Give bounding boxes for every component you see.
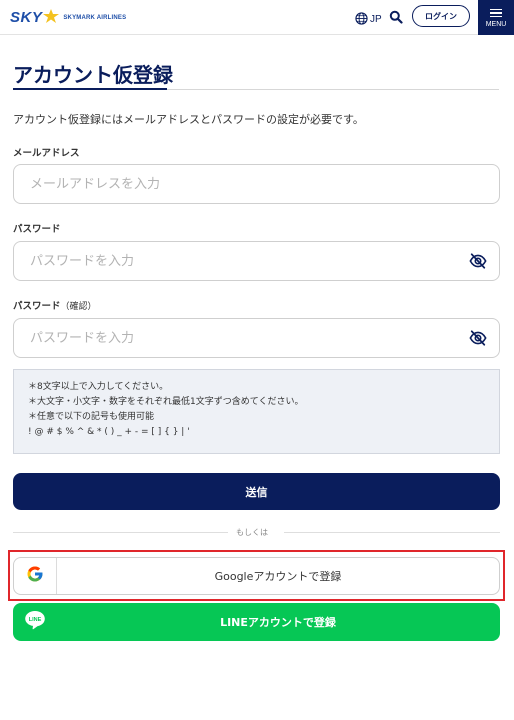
google-icon-cell [14, 558, 57, 594]
line-signup-button[interactable]: LINE LINEアカウントで登録 [13, 603, 500, 641]
search-icon [389, 9, 403, 28]
google-signup-button[interactable]: Googleアカウントで登録 [13, 557, 500, 595]
title-underline-accent [13, 88, 167, 90]
password-rules: ＊8文字以上で入力してください。 ＊大文字・小文字・数字をそれぞれ最低1文字ずつ… [13, 369, 500, 454]
menu-label: MENU [485, 20, 507, 28]
password-confirm-field-box [13, 318, 500, 358]
language-label: JP [370, 14, 382, 25]
password-label: パスワード [13, 224, 61, 235]
logo-text: SKY [10, 9, 43, 26]
email-field[interactable] [30, 165, 460, 203]
language-selector[interactable]: JP [355, 10, 382, 29]
line-icon-text: LINE [28, 617, 41, 623]
menu-button[interactable]: MENU [478, 0, 514, 35]
star-logo-icon [43, 8, 60, 27]
submit-button[interactable]: 送信 [13, 473, 500, 510]
search-button[interactable] [389, 9, 403, 28]
password-confirm-field[interactable] [30, 319, 460, 357]
email-label: メールアドレス [13, 148, 80, 159]
password-rule: ＊大文字・小文字・数字をそれぞれ最低1文字ずつ含めてください。 [28, 397, 304, 407]
hamburger-icon [490, 7, 502, 19]
intro-text: アカウント仮登録にはメールアドレスとパスワードの設定が必要です。 [13, 113, 364, 126]
page-title: アカウント仮登録 [13, 63, 173, 87]
skymark-logo[interactable]: SKY SKYMARK AIRLINES [10, 8, 126, 27]
or-divider-text: もしくは [236, 528, 268, 537]
password-field-box [13, 241, 500, 281]
password-field[interactable] [30, 242, 460, 280]
globe-icon [355, 10, 368, 29]
site-header: SKY SKYMARK AIRLINES JP ログイン MENU [0, 0, 514, 35]
line-icon-cell: LINE [13, 603, 56, 641]
login-button[interactable]: ログイン [412, 5, 470, 27]
google-signup-label: Googleアカウントで登録 [214, 570, 342, 583]
eye-slash-icon[interactable] [469, 329, 487, 351]
password-confirm-label-text: パスワード [13, 301, 61, 312]
password-confirm-label-suffix: （確認） [60, 302, 97, 312]
divider-right [284, 532, 500, 533]
password-rule: ＊任意で以下の記号も使用可能 [28, 412, 155, 422]
password-rule: ! @ # $ % ^ & * ( ) _ + - = [ ] { } | ' [28, 427, 190, 437]
logo-subtext: SKYMARK AIRLINES [63, 14, 127, 21]
line-chat-icon: LINE [24, 610, 46, 634]
line-signup-label: LINEアカウントで登録 [220, 616, 336, 629]
email-field-box [13, 164, 500, 204]
eye-slash-icon[interactable] [469, 252, 487, 274]
password-confirm-label: パスワード（確認） [13, 298, 97, 312]
password-rule: ＊8文字以上で入力してください。 [28, 382, 169, 392]
divider-left [13, 532, 228, 533]
google-g-icon [26, 565, 44, 587]
